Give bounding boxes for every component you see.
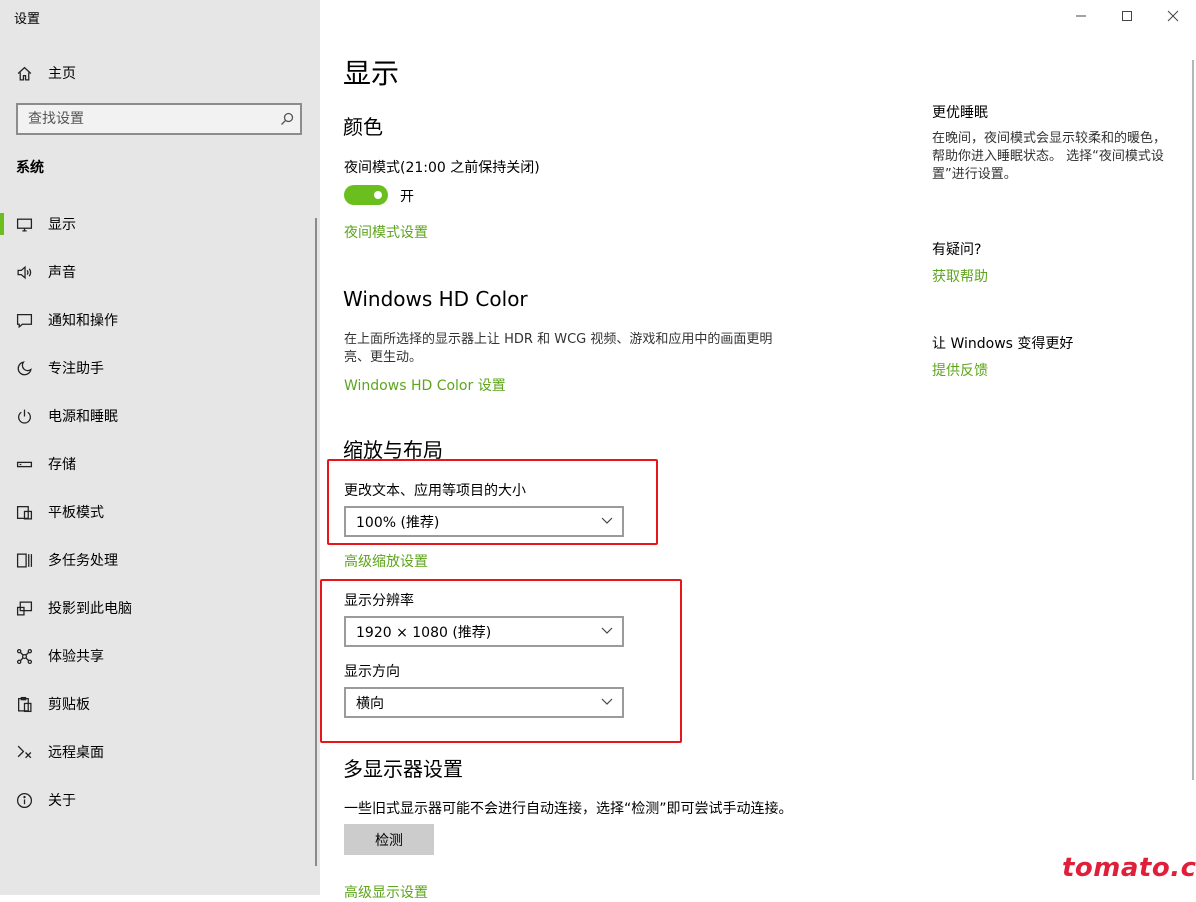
- night-light-label: 夜间模式(21:00 之前保持关闭): [344, 160, 540, 176]
- moon-icon: [16, 360, 33, 377]
- sidebar-item-storage[interactable]: 存储: [0, 440, 314, 488]
- notification-icon: [16, 312, 33, 329]
- sidebar-item-label: 关于: [48, 793, 76, 809]
- info-icon: [16, 792, 33, 809]
- hdr-settings-link[interactable]: Windows HD Color 设置: [344, 375, 506, 395]
- project-icon: [16, 600, 33, 617]
- search-icon[interactable]: [279, 111, 295, 127]
- section-label-system: 系统: [16, 160, 44, 176]
- sidebar: 设置 主页 系统 显示 声音 通知和操作 专注助手: [0, 0, 320, 895]
- sidebar-item-clipboard[interactable]: 剪贴板: [0, 680, 314, 728]
- sidebar-item-sound[interactable]: 声音: [0, 248, 314, 296]
- sidebar-item-label: 远程桌面: [48, 745, 104, 761]
- advanced-display-link[interactable]: 高级显示设置: [344, 882, 428, 902]
- close-button[interactable]: [1163, 6, 1183, 26]
- close-icon: [1167, 10, 1179, 22]
- sidebar-item-focus-assist[interactable]: 专注助手: [0, 344, 314, 392]
- sidebar-item-label: 通知和操作: [48, 313, 118, 329]
- multi-display-description: 一些旧式显示器可能不会进行自动连接，选择“检测”即可尝试手动连接。: [344, 801, 793, 817]
- sidebar-item-label: 体验共享: [48, 649, 104, 665]
- sidebar-item-label: 存储: [48, 457, 76, 473]
- main-scrollbar[interactable]: [1192, 60, 1194, 780]
- speaker-icon: [16, 264, 33, 281]
- sidebar-item-label: 电源和睡眠: [48, 409, 118, 425]
- minimize-button[interactable]: [1071, 6, 1091, 26]
- sidebar-item-notifications[interactable]: 通知和操作: [0, 296, 314, 344]
- aside-question-heading: 有疑问?: [932, 242, 982, 258]
- annotation-box-resolution: [320, 579, 682, 743]
- toggle-state-label: 开: [400, 189, 414, 205]
- sidebar-item-label: 专注助手: [48, 361, 104, 377]
- section-heading-color: 颜色: [343, 115, 383, 139]
- feedback-link[interactable]: 提供反馈: [932, 360, 988, 380]
- page-title: 显示: [343, 57, 400, 90]
- sidebar-item-label: 剪贴板: [48, 697, 90, 713]
- night-light-settings-link[interactable]: 夜间模式设置: [344, 222, 428, 242]
- window-title: 设置: [14, 12, 41, 27]
- sidebar-item-label: 投影到此电脑: [48, 601, 132, 617]
- remote-desktop-icon: [16, 744, 33, 761]
- aside-sleep-text: 在晚间，夜间模式会显示较柔和的暖色，帮助你进入睡眠状态。 选择“夜间模式设置”进…: [932, 131, 1167, 182]
- multitask-icon: [16, 552, 33, 569]
- monitor-icon: [16, 216, 33, 233]
- sidebar-item-label: 平板模式: [48, 505, 104, 521]
- sidebar-nav: 显示 声音 通知和操作 专注助手 电源和睡眠 存储 平板模式 多任务处理 投影到…: [0, 200, 314, 824]
- sidebar-item-multitasking[interactable]: 多任务处理: [0, 536, 314, 584]
- sidebar-item-about[interactable]: 关于: [0, 776, 314, 824]
- sidebar-item-display[interactable]: 显示: [0, 200, 314, 248]
- sidebar-home-label: 主页: [48, 66, 76, 82]
- sidebar-item-label: 多任务处理: [48, 553, 118, 569]
- maximize-button[interactable]: [1117, 6, 1137, 26]
- maximize-icon: [1122, 11, 1132, 21]
- section-heading-hdr: Windows HD Color: [343, 287, 528, 311]
- search-box[interactable]: [16, 103, 302, 135]
- sidebar-scrollbar[interactable]: [315, 218, 317, 866]
- sidebar-item-power-sleep[interactable]: 电源和睡眠: [0, 392, 314, 440]
- aside-improve-heading: 让 Windows 变得更好: [932, 336, 1074, 352]
- share-icon: [16, 648, 33, 665]
- clipboard-icon: [16, 696, 33, 713]
- minimize-icon: [1076, 15, 1086, 17]
- storage-icon: [16, 456, 33, 473]
- watermark: tomato.cm: [1062, 853, 1196, 883]
- detect-button[interactable]: 检测: [344, 824, 434, 855]
- get-help-link[interactable]: 获取帮助: [932, 266, 988, 286]
- sidebar-item-tablet-mode[interactable]: 平板模式: [0, 488, 314, 536]
- sidebar-home[interactable]: 主页: [16, 62, 76, 84]
- sidebar-item-label: 声音: [48, 265, 76, 281]
- toggle-knob: [374, 191, 382, 199]
- aside-sleep-heading: 更优睡眠: [932, 105, 988, 121]
- sidebar-item-project-to-pc[interactable]: 投影到此电脑: [0, 584, 314, 632]
- sidebar-item-label: 显示: [48, 217, 76, 233]
- section-heading-multi-display: 多显示器设置: [343, 757, 463, 781]
- sidebar-item-remote-desktop[interactable]: 远程桌面: [0, 728, 314, 776]
- hdr-description: 在上面所选择的显示器上让 HDR 和 WCG 视频、游戏和应用中的画面更明亮、更…: [344, 332, 773, 365]
- home-icon: [16, 65, 33, 82]
- advanced-scaling-link[interactable]: 高级缩放设置: [344, 551, 428, 571]
- sidebar-item-shared-experiences[interactable]: 体验共享: [0, 632, 314, 680]
- night-light-toggle[interactable]: [344, 185, 388, 205]
- power-icon: [16, 408, 33, 425]
- annotation-box-scale: [327, 459, 658, 545]
- search-input[interactable]: [28, 105, 268, 133]
- tablet-icon: [16, 504, 33, 521]
